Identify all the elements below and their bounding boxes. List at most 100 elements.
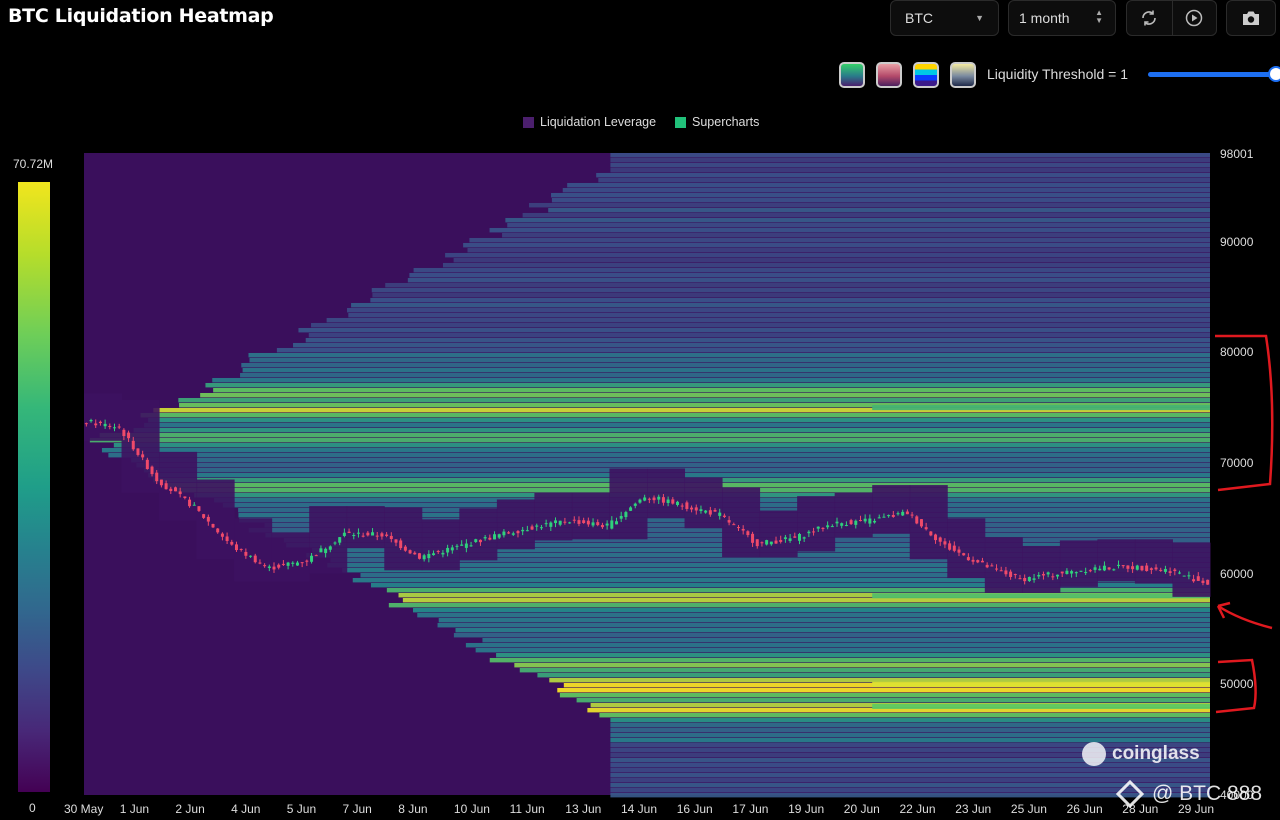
candle-body xyxy=(1117,564,1121,566)
candle-body xyxy=(657,496,661,500)
candle-body xyxy=(1206,579,1210,585)
heatmap-chart[interactable] xyxy=(0,0,1280,820)
watermark: @ BTC 888 xyxy=(1115,779,1262,809)
heatmap-band xyxy=(610,733,1210,738)
heatmap-band xyxy=(293,343,1210,348)
candle-body xyxy=(375,535,379,537)
candle-body xyxy=(873,520,877,523)
candle-body xyxy=(957,549,961,553)
candle-body xyxy=(582,520,586,524)
heatmap-cleared-zone xyxy=(459,508,498,561)
candle-body xyxy=(629,507,633,511)
candle-body xyxy=(915,516,919,524)
heatmap-band xyxy=(348,313,1210,318)
candle-body xyxy=(202,514,206,518)
heatmap-band xyxy=(370,298,1210,303)
heatmap-band xyxy=(610,158,1210,163)
candle-body xyxy=(1131,566,1135,570)
heatmap-band xyxy=(482,638,1210,643)
candle-body xyxy=(1178,572,1182,574)
candle-body xyxy=(239,548,243,550)
candle-body xyxy=(145,459,149,470)
heatmap-band xyxy=(445,253,1210,258)
heatmap-band xyxy=(505,218,1211,223)
candle-body xyxy=(699,509,703,512)
heatmap-cleared-zone xyxy=(271,532,310,582)
heatmap-cleared-zone xyxy=(309,506,348,574)
candle-body xyxy=(272,566,276,570)
candle-body xyxy=(643,497,647,501)
candle-body xyxy=(600,524,604,528)
candle-body xyxy=(812,531,816,533)
heatmap-band xyxy=(371,288,1210,293)
candle-body xyxy=(1145,565,1149,571)
candle-body xyxy=(554,520,558,524)
candle-body xyxy=(1112,569,1116,571)
annotation-arrow xyxy=(1216,601,1273,630)
candle-body xyxy=(863,518,867,522)
heatmap-band xyxy=(89,438,1210,443)
candle-body xyxy=(877,517,881,519)
candle-body xyxy=(718,512,722,516)
x-tick-label: 11 Jun xyxy=(509,802,545,816)
candle-body xyxy=(685,502,689,509)
heatmap-cleared-zone xyxy=(1134,539,1173,584)
candle-body xyxy=(704,510,708,513)
heatmap-band xyxy=(108,453,1211,458)
candle-body xyxy=(150,466,154,475)
candle-body xyxy=(1027,577,1031,582)
x-tick-label: 23 Jun xyxy=(955,802,992,816)
candle-body xyxy=(854,520,858,525)
candle-body xyxy=(507,532,511,534)
heatmap-cleared-zone xyxy=(534,492,573,541)
candle-body xyxy=(281,563,285,565)
heatmap-band xyxy=(496,653,1210,658)
candle-body xyxy=(230,541,234,545)
heatmap-cleared-zone xyxy=(1059,540,1098,587)
coinglass-logo-icon xyxy=(1082,742,1106,766)
candle-body xyxy=(732,524,736,526)
candle-body xyxy=(469,545,473,547)
candle-body xyxy=(675,501,679,505)
candle-body xyxy=(962,553,966,556)
candle-body xyxy=(544,523,548,525)
candle-body xyxy=(1102,565,1106,571)
candle-body xyxy=(493,534,497,540)
candle-body xyxy=(258,562,262,564)
heatmap-band xyxy=(407,278,1210,283)
candle-body xyxy=(225,536,229,542)
candle-body xyxy=(826,525,830,528)
candle-body xyxy=(563,521,567,523)
candle-body xyxy=(328,546,332,550)
candle-body xyxy=(586,520,590,525)
candle-body xyxy=(694,507,698,511)
candle-body xyxy=(624,512,628,518)
candle-body xyxy=(408,550,412,554)
candle-body xyxy=(849,520,853,525)
candle-body xyxy=(605,523,609,526)
heatmap-band xyxy=(205,383,1211,388)
heatmap-cleared-zone xyxy=(684,477,723,529)
candle-body xyxy=(1018,578,1022,580)
heatmap-band xyxy=(610,768,1210,773)
heatmap-band xyxy=(529,203,1210,208)
heatmap-band xyxy=(537,673,1210,678)
candle-body xyxy=(1079,570,1083,572)
candle-body xyxy=(591,522,595,526)
heatmap-band xyxy=(465,643,1210,648)
heatmap-cleared-zone xyxy=(121,399,160,493)
heatmap-cleared-zone xyxy=(421,519,460,571)
heatmap-band xyxy=(598,178,1210,183)
candle-body xyxy=(868,518,872,524)
y-tick-label: 90000 xyxy=(1220,234,1254,249)
x-tick-label: 10 Jun xyxy=(453,802,490,816)
heatmap-band xyxy=(551,198,1210,203)
candle-body xyxy=(995,568,999,570)
candle-body xyxy=(478,539,482,543)
candle-body xyxy=(1149,568,1153,570)
x-tick-label: 30 May xyxy=(64,802,104,816)
heatmap-cleared-zone xyxy=(1022,545,1061,593)
heatmap-band xyxy=(276,348,1210,353)
candle-body xyxy=(779,540,783,542)
heatmap-band xyxy=(213,388,1211,393)
